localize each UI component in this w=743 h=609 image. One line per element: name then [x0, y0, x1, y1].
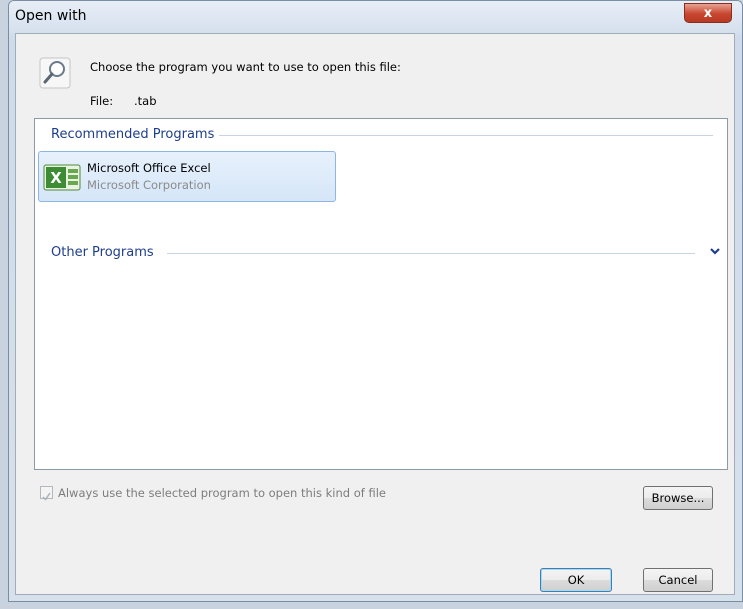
title-bar[interactable]: Open with x [9, 1, 742, 33]
ok-button[interactable]: OK [540, 568, 612, 592]
chevron-down-icon[interactable] [709, 245, 721, 257]
other-programs-header[interactable]: Other Programs [51, 245, 154, 260]
window-title: Open with [15, 8, 87, 24]
instruction-text: Choose the program you want to use to op… [90, 60, 401, 74]
check-icon [42, 492, 51, 501]
other-divider [167, 253, 695, 254]
open-with-dialog: Open with x Choose the program you want … [8, 0, 743, 602]
program-list[interactable]: Recommended Programs X Microsoft Office … [34, 118, 728, 470]
excel-icon: X [43, 164, 81, 191]
program-company: Microsoft Corporation [87, 178, 211, 192]
cancel-button[interactable]: Cancel [643, 568, 713, 592]
always-use-label: Always use the selected program to open … [58, 486, 386, 500]
svg-text:X: X [50, 169, 62, 187]
close-button[interactable]: x [684, 3, 732, 23]
file-label: File: [90, 94, 114, 108]
program-item-excel[interactable]: X Microsoft Office Excel Microsoft Corpo… [38, 151, 336, 202]
program-name: Microsoft Office Excel [87, 161, 211, 175]
magnifier-icon [39, 57, 71, 89]
file-name: .tab [134, 94, 157, 108]
dialog-body: Choose the program you want to use to op… [15, 33, 735, 595]
recommended-programs-header[interactable]: Recommended Programs [51, 127, 214, 142]
recommended-divider [219, 135, 713, 136]
browse-button[interactable]: Browse... [643, 486, 713, 510]
always-use-checkbox[interactable] [40, 486, 53, 501]
